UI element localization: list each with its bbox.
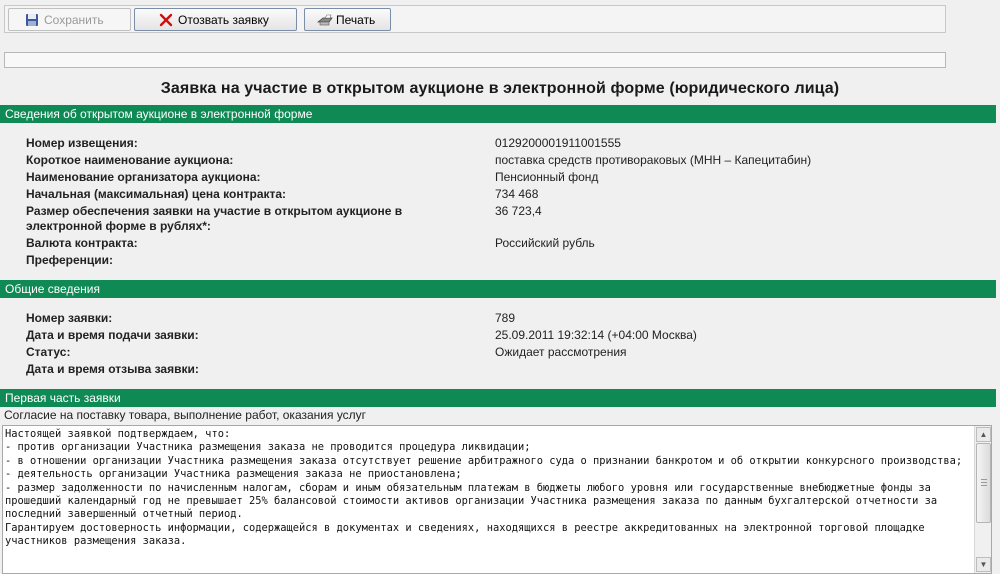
red-x-icon xyxy=(159,13,173,27)
field-label: Статус: xyxy=(26,345,71,359)
field-label: Дата и время подачи заявки: xyxy=(26,328,199,342)
page-title: Заявка на участие в открытом аукционе в … xyxy=(160,80,840,97)
vertical-scrollbar[interactable]: ▲ ▼ xyxy=(974,426,991,573)
section-header-general: Общие сведения xyxy=(0,280,996,298)
consent-textarea[interactable]: Настоящей заявкой подтверждаем, что: - п… xyxy=(2,425,992,574)
consent-text: Настоящей заявкой подтверждаем, что: - п… xyxy=(5,428,963,548)
field-label: Начальная (максимальная) цена контракта: xyxy=(26,187,287,201)
floppy-disk-icon xyxy=(25,13,39,27)
field-label: Номер заявки: xyxy=(26,311,113,325)
field-value: 25.09.2011 19:32:14 (+04:00 Москва) xyxy=(495,328,697,342)
field-label: Короткое наименование аукциона: xyxy=(26,153,234,167)
field-value: Пенсионный фонд xyxy=(495,170,599,184)
scrollbar-thumb[interactable] xyxy=(976,443,991,523)
scroll-down-arrow-icon[interactable]: ▼ xyxy=(976,557,991,572)
status-bar xyxy=(4,52,946,68)
field-label: Номер извещения: xyxy=(26,136,138,150)
withdraw-button-label: Отозвать заявку xyxy=(178,12,269,27)
field-label: Наименование организатора аукциона: xyxy=(26,170,261,184)
print-button-label: Печать xyxy=(336,12,376,27)
field-value: Ожидает рассмотрения xyxy=(495,345,627,359)
field-label: Преференции: xyxy=(26,253,114,267)
field-label: Дата и время отзыва заявки: xyxy=(26,362,199,376)
field-value: 789 xyxy=(495,311,516,325)
field-value: поставка средств противораковых (МНН – К… xyxy=(495,153,812,167)
section-header-first-part: Первая часть заявки xyxy=(0,389,996,407)
field-label: Размер обеспечения заявки на участие в о… xyxy=(26,204,403,233)
withdraw-button[interactable]: Отозвать заявку xyxy=(134,8,297,31)
field-value: Российский рубль xyxy=(495,236,595,250)
field-value: 36 723,4 xyxy=(495,204,542,218)
printer-icon xyxy=(316,13,333,27)
print-button[interactable]: Печать xyxy=(304,8,391,31)
save-button-label: Сохранить xyxy=(44,12,104,27)
field-value: 0129200001911001555 xyxy=(495,136,621,150)
section-header-auction: Сведения об открытом аукционе в электрон… xyxy=(0,105,996,123)
field-value: 734 468 xyxy=(495,187,539,201)
toolbar: Сохранить Отозвать заявку Печать xyxy=(4,5,946,33)
scroll-up-arrow-icon[interactable]: ▲ xyxy=(976,427,991,442)
field-label: Валюта контракта: xyxy=(26,236,138,250)
save-button[interactable]: Сохранить xyxy=(8,8,131,31)
first-part-subtitle: Согласие на поставку товара, выполнение … xyxy=(4,408,367,422)
